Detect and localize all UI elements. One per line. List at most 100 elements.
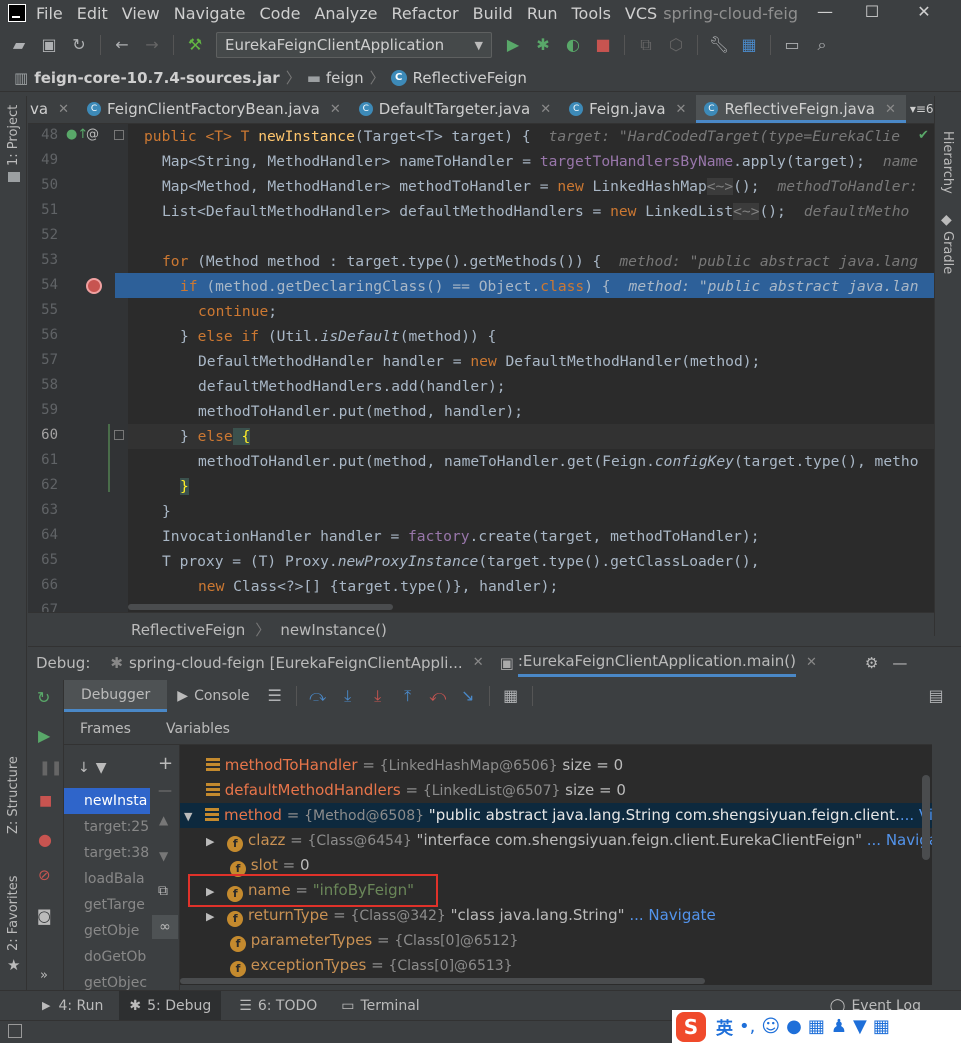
- debug-session-tab-2[interactable]: :EurekaFeignClientApplication.main(): [517, 648, 796, 677]
- ime-language[interactable]: 英: [716, 1014, 733, 1039]
- menu-edit[interactable]: Edit: [77, 4, 108, 23]
- tab-debugger[interactable]: Debugger: [64, 680, 168, 712]
- keyboard-icon[interactable]: ▦: [808, 1016, 825, 1037]
- frame-item[interactable]: target:25: [64, 814, 150, 840]
- toolbox-grid-icon[interactable]: ▦: [873, 1016, 890, 1037]
- close-tab-icon[interactable]: ✕: [473, 655, 484, 670]
- show-watches-glasses-icon[interactable]: ∞: [152, 915, 178, 939]
- step-into-icon[interactable]: ⤓: [337, 685, 359, 707]
- menu-refactor[interactable]: Refactor: [392, 4, 459, 23]
- show-execution-point-icon[interactable]: ☰: [264, 685, 286, 707]
- tab-reflectivefeign[interactable]: C ReflectiveFeign.java ✕: [696, 95, 907, 123]
- forward-arrow-icon[interactable]: →: [141, 34, 163, 56]
- step-over-icon[interactable]: ⤼: [307, 685, 329, 707]
- restore-layout-icon[interactable]: ▤: [925, 685, 947, 707]
- breadcrumb-jar[interactable]: feign-core-10.7.4-sources.jar: [34, 69, 280, 87]
- tool-debug[interactable]: ✱ 5: Debug: [119, 990, 222, 1021]
- tool-window-project[interactable]: 1: Project: [6, 105, 21, 166]
- back-arrow-icon[interactable]: ←: [111, 34, 133, 56]
- frame-item[interactable]: target:38: [64, 840, 150, 866]
- vcs-update-icon[interactable]: ⬡: [665, 34, 687, 56]
- run-configuration-select[interactable]: EurekaFeignClientApplication ▼: [216, 32, 492, 58]
- breadcrumb-class[interactable]: ReflectiveFeign: [413, 69, 527, 87]
- settings-wrench-icon[interactable]: 🔧︎: [708, 34, 730, 56]
- editor-breadcrumb-method[interactable]: newInstance(): [280, 621, 387, 639]
- expand-right-icon[interactable]: ▶: [206, 910, 214, 923]
- expand-right-icon[interactable]: ▶: [206, 835, 214, 848]
- move-down-icon[interactable]: ▼: [159, 849, 168, 863]
- variable-row[interactable]: f exceptionTypes = {Class[0]@6513}: [230, 953, 513, 978]
- sync-icon[interactable]: ↻: [68, 34, 90, 56]
- tab-partial[interactable]: va ✕: [28, 95, 79, 123]
- frame-item[interactable]: doGetOb: [64, 944, 150, 970]
- save-icon[interactable]: ▣: [38, 34, 60, 56]
- variable-row[interactable]: defaultMethodHandlers = {LinkedList@6507…: [206, 778, 626, 803]
- variable-row[interactable]: f parameterTypes = {Class[0]@6512}: [230, 928, 518, 953]
- menu-run[interactable]: Run: [527, 4, 558, 23]
- debug-settings-gear-icon[interactable]: ⚙: [865, 654, 878, 672]
- search-icon[interactable]: ⌕: [811, 34, 833, 56]
- view-breakpoints-icon[interactable]: ●: [38, 830, 52, 849]
- tab-console[interactable]: ▶ Console: [167, 680, 259, 712]
- tab-feignclientfactorybean[interactable]: C FeignClientFactoryBean.java ✕: [79, 95, 351, 123]
- punctuation-icon[interactable]: •,: [739, 1016, 755, 1037]
- user-icon[interactable]: ♟: [831, 1016, 847, 1037]
- code-editor[interactable]: public <T> T newInstance(Target<T> targe…: [128, 124, 934, 612]
- copy-icon[interactable]: ⧉: [158, 883, 168, 899]
- frame-item[interactable]: getObjec: [64, 970, 150, 990]
- close-tab-icon[interactable]: ✕: [885, 102, 896, 117]
- debug-session-tab-1[interactable]: spring-cloud-feign [EurekaFeignClientApp…: [129, 654, 463, 672]
- menu-tools[interactable]: Tools: [572, 4, 611, 23]
- run-icon[interactable]: ▶: [502, 34, 524, 56]
- variables-tree[interactable]: methodToHandler = {LinkedHashMap@6506} s…: [180, 745, 932, 985]
- stop-icon[interactable]: ■: [592, 34, 614, 56]
- tool-window-hierarchy[interactable]: Hierarchy: [940, 131, 955, 194]
- tool-window-structure[interactable]: Z: Structure: [6, 756, 21, 834]
- emoji-icon[interactable]: ☺: [761, 1016, 780, 1037]
- stop-icon[interactable]: ■: [39, 793, 52, 809]
- hide-panel-icon[interactable]: —: [892, 654, 907, 672]
- skin-shirt-icon[interactable]: ▼: [853, 1016, 867, 1037]
- tool-terminal[interactable]: Terminal: [361, 998, 420, 1014]
- menu-build[interactable]: Build: [473, 4, 513, 23]
- close-tab-icon[interactable]: ✕: [58, 102, 69, 117]
- evaluate-expression-icon[interactable]: ▦: [500, 685, 522, 707]
- editor-breadcrumb-class[interactable]: ReflectiveFeign: [131, 621, 245, 639]
- frame-item[interactable]: getObje: [64, 918, 150, 944]
- breakpoint-icon[interactable]: [86, 278, 102, 294]
- maximize-icon[interactable]: ☐: [862, 2, 882, 22]
- step-out-icon[interactable]: ⤒: [397, 685, 419, 707]
- build-hammer-icon[interactable]: ⚒: [184, 34, 206, 56]
- frame-item[interactable]: getTarge: [64, 892, 150, 918]
- force-step-into-icon[interactable]: ⤓: [367, 685, 389, 707]
- close-tab-icon[interactable]: ✕: [540, 102, 551, 117]
- expand-down-icon[interactable]: ▼: [184, 810, 192, 823]
- debug-bug-icon[interactable]: ✱: [532, 34, 554, 56]
- horizontal-scrollbar[interactable]: [128, 604, 393, 610]
- fold-marker-icon[interactable]: [114, 130, 124, 140]
- microphone-icon[interactable]: ●: [786, 1016, 802, 1037]
- menu-analyze[interactable]: Analyze: [314, 4, 377, 23]
- variable-row[interactable]: ▶ f clazz = {Class@6454} "interface com.…: [206, 828, 932, 853]
- override-marker-icon[interactable]: ●↑: [66, 127, 88, 142]
- tool-todo[interactable]: 6: TODO: [258, 998, 317, 1014]
- menu-view[interactable]: View: [122, 4, 160, 23]
- vertical-scrollbar[interactable]: [922, 775, 930, 860]
- presentation-icon[interactable]: ▭: [781, 34, 803, 56]
- frame-item[interactable]: loadBala: [64, 866, 150, 892]
- horizontal-scrollbar[interactable]: [180, 978, 705, 984]
- variable-row[interactable]: methodToHandler = {LinkedHashMap@6506} s…: [206, 753, 623, 778]
- tool-run[interactable]: 4: Run: [58, 998, 103, 1014]
- tab-defaulttargeter[interactable]: C DefaultTargeter.java ✕: [351, 95, 561, 123]
- close-icon[interactable]: ✕: [914, 2, 934, 22]
- tool-window-gradle[interactable]: Gradle: [940, 231, 955, 274]
- mute-breakpoints-icon[interactable]: ⊘: [38, 866, 51, 884]
- menu-vcs[interactable]: VCS: [625, 4, 657, 23]
- add-watch-icon[interactable]: +: [158, 753, 173, 774]
- menu-code[interactable]: Code: [260, 4, 301, 23]
- close-tab-icon[interactable]: ✕: [806, 655, 817, 670]
- tab-feign[interactable]: C Feign.java ✕: [561, 95, 696, 123]
- thread-down-icon[interactable]: ↓: [78, 760, 90, 776]
- attach-debugger-icon[interactable]: ⧉: [635, 34, 657, 56]
- coverage-icon[interactable]: ◐: [562, 34, 584, 56]
